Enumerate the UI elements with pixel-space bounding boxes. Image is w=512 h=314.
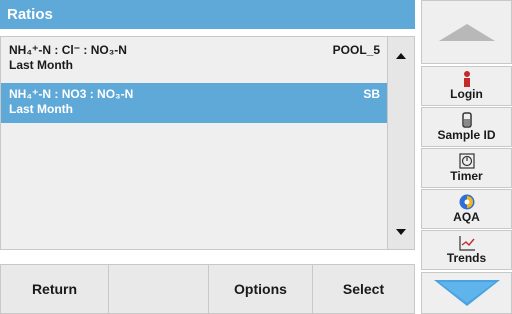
page-title: Ratios [0, 0, 415, 29]
list-item-tag: SB [363, 87, 380, 101]
sample-id-label: Sample ID [437, 128, 496, 142]
list-item-title: NH₄⁺-N : Cl⁻ : NO₃-N [9, 43, 127, 57]
list-item[interactable]: NH₄⁺-N : Cl⁻ : NO₃-N Last Month POOL_5 [1, 39, 387, 79]
list-item-period: Last Month [9, 58, 73, 72]
blank-button[interactable] [108, 264, 209, 314]
login-label: Login [450, 87, 483, 101]
triangle-up-icon [438, 24, 495, 41]
bottom-bar: Return Options Select [0, 264, 415, 314]
trends-label: Trends [446, 251, 487, 265]
list-item-tag: POOL_5 [332, 43, 380, 57]
options-button[interactable]: Options [208, 264, 313, 314]
person-icon [461, 70, 473, 88]
chevron-down-icon [433, 280, 500, 306]
scroll-up-arrow-icon [396, 53, 406, 59]
timer-button[interactable]: Timer [421, 148, 512, 188]
list-item-period: Last Month [9, 102, 73, 116]
trends-chart-icon [458, 234, 476, 252]
return-button[interactable]: Return [0, 264, 109, 314]
timer-icon [458, 152, 475, 170]
aqa-icon [458, 193, 476, 211]
sidebar: Login Sample ID Timer AQA Trends [421, 0, 512, 314]
aqa-label: AQA [453, 210, 480, 224]
scroll-down-arrow-icon [396, 229, 406, 235]
list-item-selected[interactable]: NH₄⁺-N : NO3 : NO₃-N Last Month SB [1, 83, 387, 123]
sample-id-button[interactable]: Sample ID [421, 107, 512, 147]
list-item-title: NH₄⁺-N : NO3 : NO₃-N [9, 87, 134, 101]
trends-button[interactable]: Trends [421, 230, 512, 270]
sample-bottle-icon [461, 111, 473, 129]
sidebar-up-button[interactable] [421, 0, 512, 64]
login-button[interactable]: Login [421, 66, 512, 106]
ratios-list: NH₄⁺-N : Cl⁻ : NO₃-N Last Month POOL_5 N… [0, 36, 415, 250]
scroll-down-button[interactable] [388, 219, 414, 245]
timer-label: Timer [450, 169, 483, 183]
select-button[interactable]: Select [312, 264, 415, 314]
scroll-up-button[interactable] [388, 43, 414, 69]
aqa-button[interactable]: AQA [421, 189, 512, 229]
sidebar-down-button[interactable] [421, 272, 512, 314]
list-scrollbar[interactable] [387, 37, 414, 249]
